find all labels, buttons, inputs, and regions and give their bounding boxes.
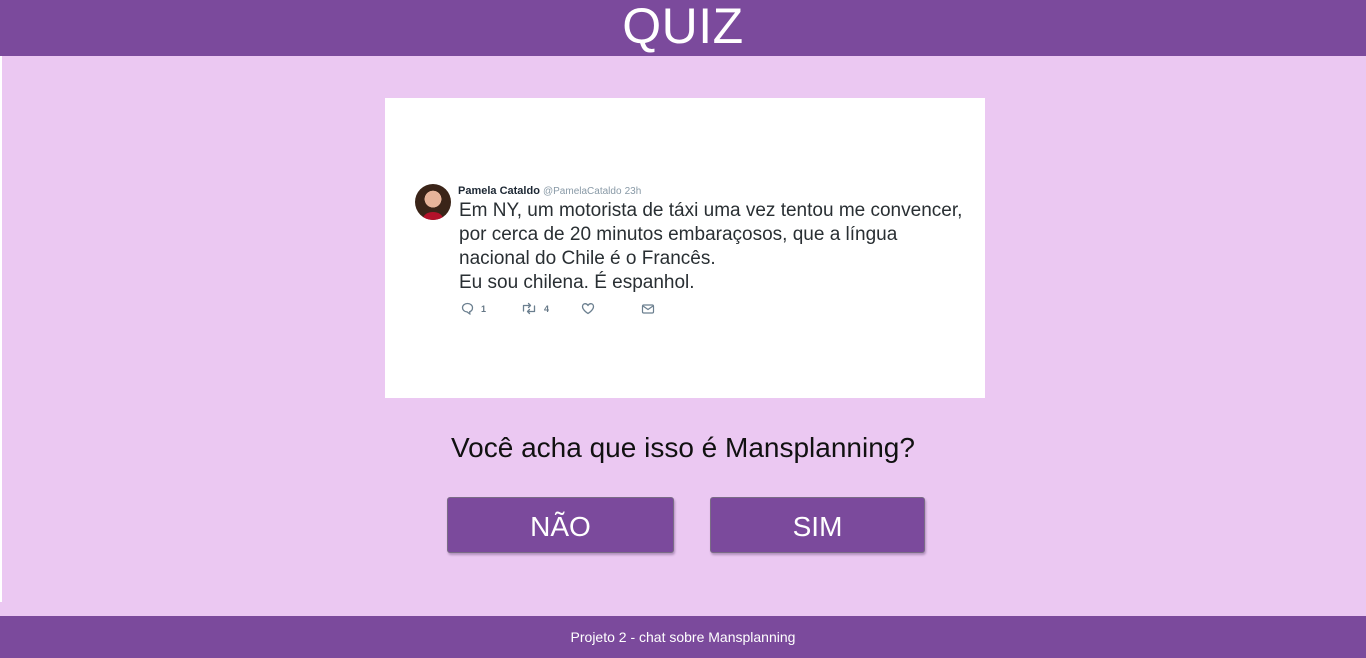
tweet-text-line: Em NY, um motorista de táxi uma vez tent… <box>459 200 963 269</box>
retweet-count: 4 <box>544 303 550 314</box>
page-title: QUIZ <box>622 0 744 54</box>
tweet-text-line: Eu sou chilena. É espanhol. <box>459 272 695 293</box>
tweet-author-name: Pamela Cataldo <box>458 185 540 197</box>
message-action <box>641 303 655 315</box>
reply-count: 1 <box>481 303 487 314</box>
tweet-text: Em NY, um motorista de táxi uma vez tent… <box>459 199 969 295</box>
quiz-question: Você acha que isso é Mansplanning? <box>451 432 915 463</box>
yes-button[interactable]: SIM <box>710 497 925 553</box>
avatar <box>415 184 451 220</box>
footer-text: Projeto 2 - chat sobre Mansplanning <box>570 629 796 645</box>
left-edge-strip <box>0 56 2 602</box>
tweet-header: Pamela Cataldo @PamelaCataldo 23h <box>458 184 641 199</box>
tweet-image-card: Pamela Cataldo @PamelaCataldo 23h Em NY,… <box>385 98 985 398</box>
no-button[interactable]: NÃO <box>447 497 674 553</box>
message-icon <box>641 303 655 314</box>
footer-bar: Projeto 2 - chat sobre Mansplanning <box>0 616 1366 658</box>
tweet-actions: 1 4 <box>461 302 655 315</box>
reply-action: 1 <box>461 302 521 315</box>
tweet-author-handle: @PamelaCataldo <box>542 186 622 197</box>
retweet-action: 4 <box>521 302 581 315</box>
avatar-shirt <box>423 212 443 220</box>
header-bar: QUIZ <box>0 0 1366 56</box>
quiz-page: QUIZ Pamela Cataldo @PamelaCataldo 23h E… <box>0 0 1366 658</box>
tweet-time: 23h <box>624 186 642 197</box>
retweet-icon <box>522 302 536 315</box>
heart-icon <box>581 303 595 315</box>
reply-icon <box>461 302 474 315</box>
like-action <box>581 302 641 315</box>
